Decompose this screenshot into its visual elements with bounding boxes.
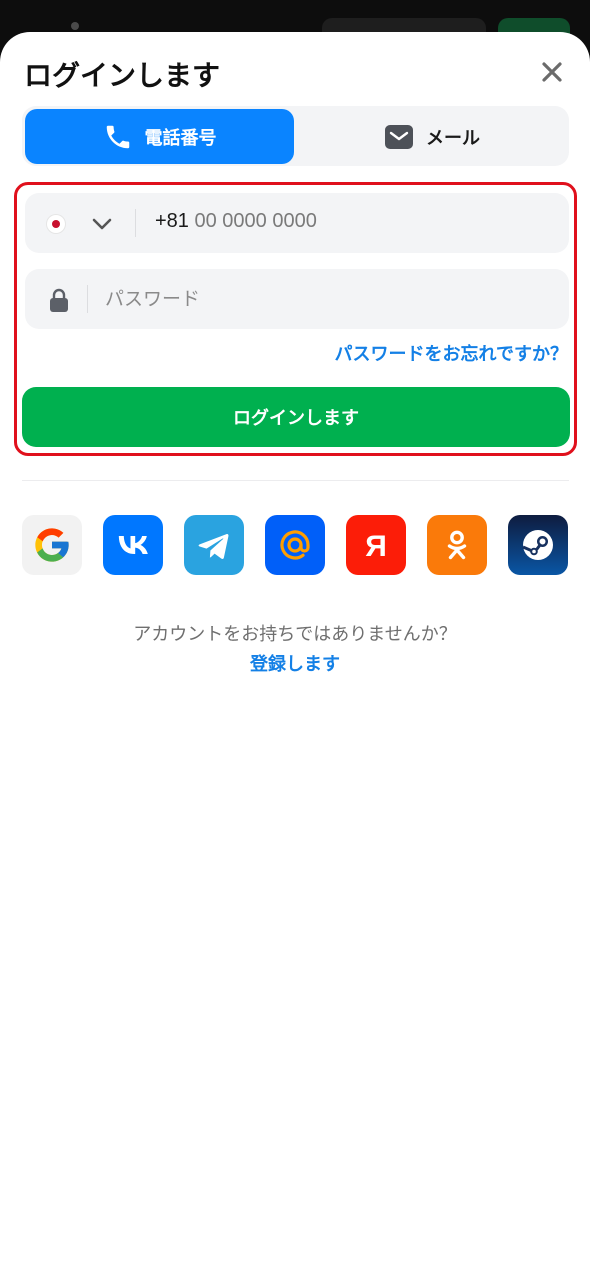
field-separator	[135, 209, 136, 237]
yandex-icon: Я	[365, 530, 387, 563]
tab-email[interactable]: メール	[298, 109, 566, 164]
phone-input[interactable]: +81 00 0000 0000	[155, 210, 317, 233]
ok-login-button[interactable]	[427, 515, 487, 575]
mailru-at-icon	[280, 530, 310, 560]
tab-phone[interactable]: 電話番号	[25, 109, 294, 164]
no-account-text: アカウントをお持ちではありませんか？	[133, 624, 457, 645]
japan-flag-icon	[47, 215, 65, 233]
login-form: +81 00 0000 0000 パスワードをお忘れですか？ ログインします	[14, 182, 577, 456]
tab-email-label: メール	[426, 127, 480, 149]
login-method-tabs: 電話番号 メール	[22, 106, 569, 166]
divider	[22, 480, 569, 481]
mailru-login-button[interactable]	[265, 515, 325, 575]
close-button[interactable]	[536, 56, 568, 88]
phone-field[interactable]: +81 00 0000 0000	[25, 193, 569, 253]
field-separator	[87, 285, 88, 313]
steam-login-button[interactable]	[508, 515, 568, 575]
close-icon	[542, 62, 562, 82]
ok-icon	[447, 530, 467, 560]
register-link[interactable]: 登録します	[0, 650, 590, 676]
forgot-password-link[interactable]: パスワードをお忘れですか？	[335, 340, 568, 366]
page-title: ログインします	[24, 59, 221, 92]
password-input[interactable]	[105, 269, 545, 329]
country-code: +81	[155, 210, 189, 232]
yandex-login-button[interactable]: Я	[346, 515, 406, 575]
status-dot	[71, 22, 79, 30]
steam-icon	[522, 530, 553, 560]
vk-icon	[118, 536, 148, 554]
google-icon	[35, 528, 69, 562]
password-field[interactable]	[25, 269, 569, 329]
svg-text:Я: Я	[365, 530, 387, 563]
tab-phone-label: 電話番号	[144, 127, 217, 149]
social-login-row: Я	[22, 515, 569, 575]
login-button[interactable]: ログインします	[22, 387, 570, 447]
lock-icon	[50, 288, 68, 312]
mail-icon	[384, 122, 414, 152]
telegram-login-button[interactable]	[184, 515, 244, 575]
vk-login-button[interactable]	[103, 515, 163, 575]
chevron-down-icon[interactable]	[89, 211, 115, 237]
phone-placeholder: 00 0000 0000	[194, 210, 317, 232]
login-sheet: ログインします 電話番号 メール +81 00 0000 0000 パスワードを…	[0, 32, 590, 1280]
telegram-icon	[198, 533, 229, 559]
phone-icon	[103, 122, 133, 152]
google-login-button[interactable]	[22, 515, 82, 575]
